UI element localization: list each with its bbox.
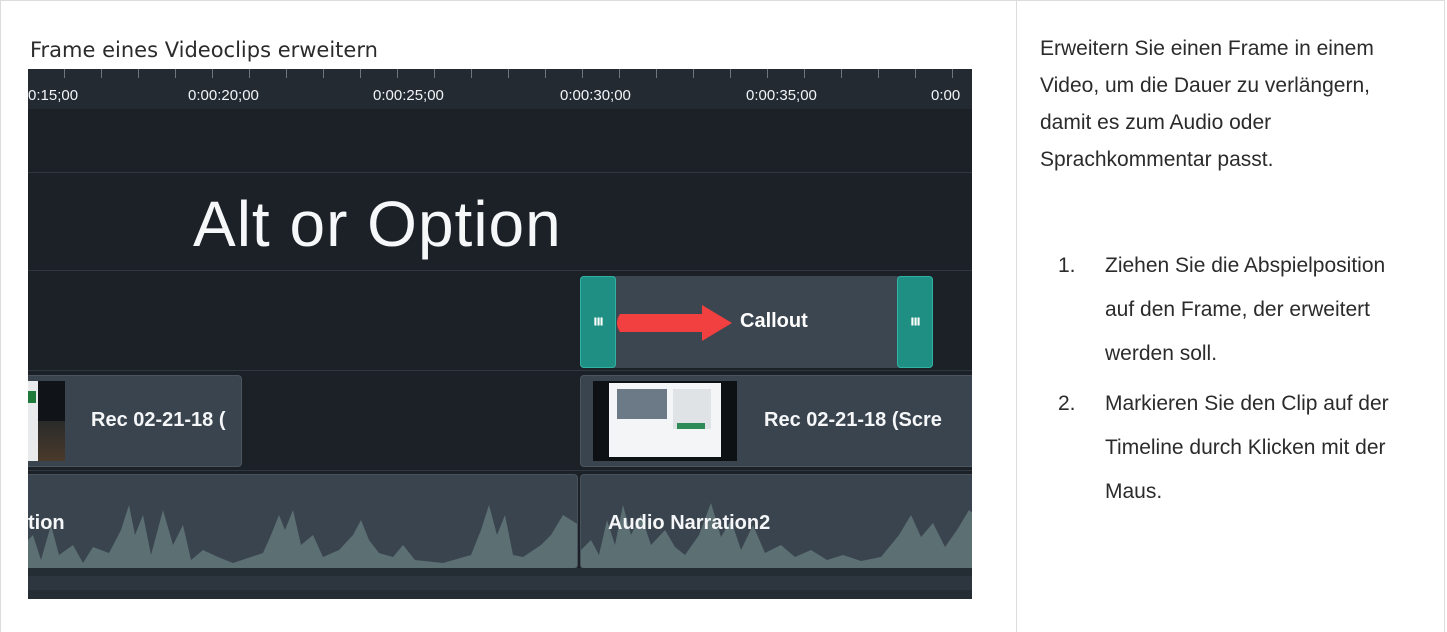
callout-right-handle[interactable]: III — [897, 276, 933, 368]
steps-list: 1. Ziehen Sie die Abspielposition auf de… — [1040, 244, 1410, 520]
callout-left-handle[interactable]: III — [580, 276, 616, 368]
track-divider — [28, 172, 972, 173]
waveform-graphic — [28, 505, 577, 568]
list-item: 1. Ziehen Sie die Abspielposition auf de… — [1040, 244, 1410, 376]
ruler-label: 0:00:30;00 — [560, 87, 631, 104]
list-item: 2. Markieren Sie den Clip auf der Timeli… — [1040, 382, 1410, 514]
track-divider — [28, 470, 972, 471]
column-divider — [1016, 0, 1017, 632]
section-heading: Frame eines Videoclips erweitern — [30, 38, 378, 62]
clip-thumbnail — [593, 381, 737, 461]
step-number: 1. — [1058, 254, 1076, 277]
clip-label: Rec 02-21-18 ( — [91, 409, 226, 431]
track-divider — [28, 370, 972, 371]
audio-clip-label: Audio Narration2 — [608, 512, 771, 534]
ruler-label: 0:00 — [931, 87, 961, 104]
timeline-screenshot: 0:15;00 0:00:20;00 0:00:25;00 0:00:30;00… — [28, 69, 972, 599]
ruler-label: 0:15;00 — [28, 87, 79, 104]
time-ruler: 0:15;00 0:00:20;00 0:00:25;00 0:00:30;00… — [28, 69, 972, 109]
keyboard-overlay-text: Alt or Option — [193, 188, 562, 260]
grip-icon: III — [910, 315, 920, 329]
audio-clip[interactable] — [28, 474, 578, 569]
step-text: Ziehen Sie die Abspielposition auf den F… — [1105, 254, 1386, 365]
ruler-label: 0:00:20;00 — [188, 87, 259, 104]
timeline-scrollbar[interactable] — [28, 576, 972, 590]
callout-label: Callout — [740, 310, 808, 332]
ruler-label: 0:00:35;00 — [746, 87, 817, 104]
instructions-panel: Erweitern Sie einen Frame in einem Video… — [1040, 30, 1420, 503]
step-number: 2. — [1058, 392, 1076, 415]
step-text: Markieren Sie den Clip auf der Timeline … — [1105, 392, 1389, 503]
audio-clip-label: tion — [28, 512, 65, 534]
intro-paragraph: Erweitern Sie einen Frame in einem Video… — [1040, 37, 1374, 171]
timeline-scrollbar-track[interactable] — [28, 568, 972, 599]
red-arrow-icon — [617, 305, 732, 341]
track-divider — [28, 270, 972, 271]
grip-icon: III — [593, 315, 603, 329]
clip-label: Rec 02-21-18 (Scre — [764, 409, 942, 431]
clip-thumbnail — [28, 381, 65, 461]
ruler-label: 0:00:25;00 — [373, 87, 444, 104]
